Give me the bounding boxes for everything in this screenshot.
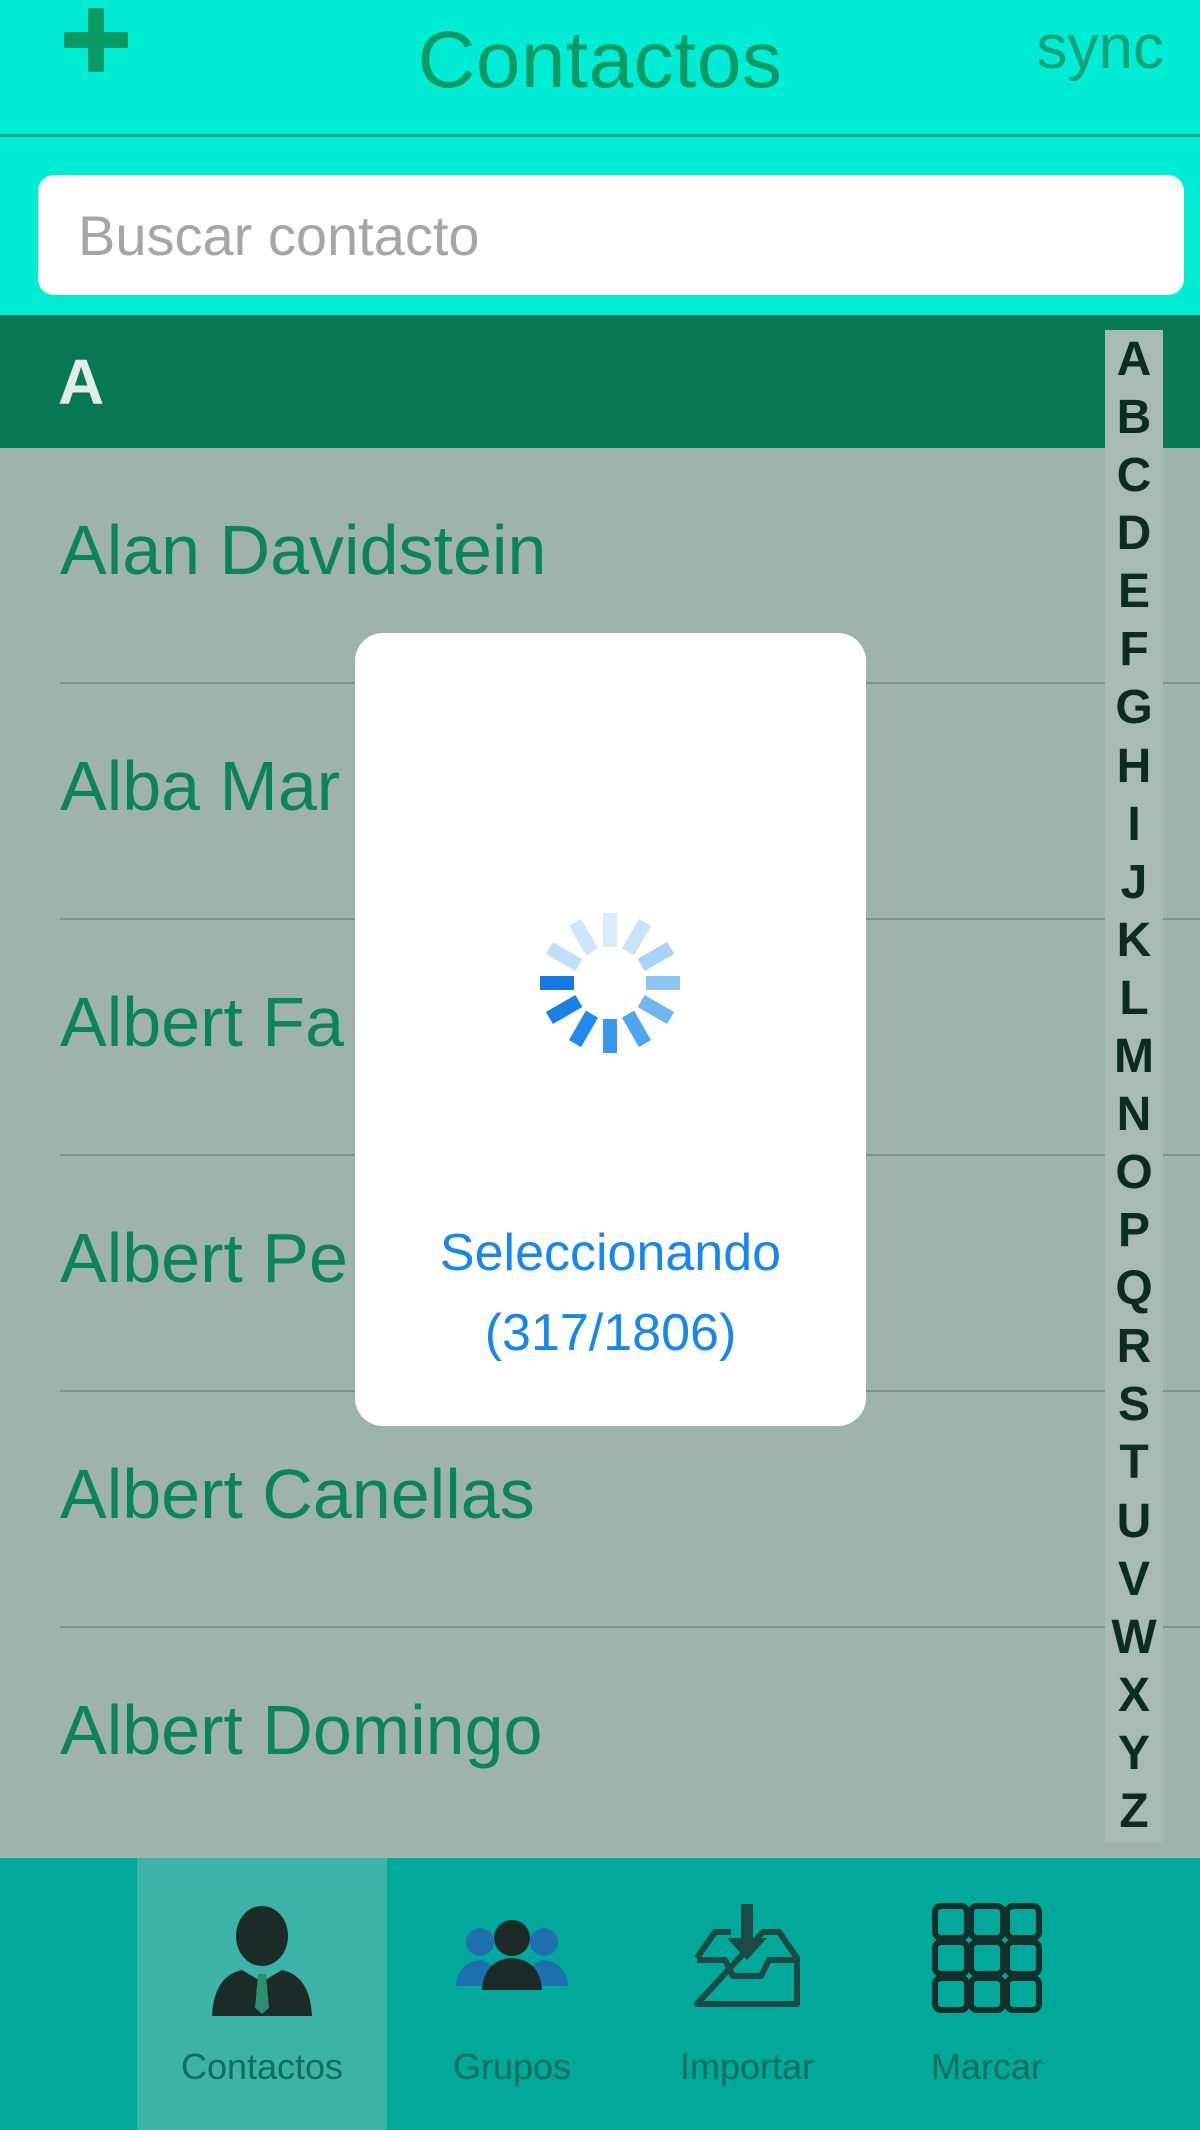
spinner-spoke xyxy=(540,976,574,990)
app-root: Contactos sync A Alan Davidstein Alba Ma… xyxy=(0,0,1200,2130)
sync-button[interactable]: sync xyxy=(1037,12,1164,83)
spinner-spoke xyxy=(603,1019,617,1053)
tab-bar: Contactos Grupos Importar Marcar xyxy=(0,1858,1200,2130)
keypad-cell xyxy=(1004,1975,1042,2013)
keypad-grid-icon xyxy=(932,1903,1042,2013)
index-letter[interactable]: U xyxy=(1117,1495,1152,1548)
index-letter[interactable]: X xyxy=(1118,1669,1150,1722)
index-letter[interactable]: R xyxy=(1117,1321,1152,1373)
loading-progress-text: (317/1806) xyxy=(484,1304,737,1362)
spinner-spoke xyxy=(568,1010,599,1048)
index-letter[interactable]: G xyxy=(1115,682,1152,734)
contact-name: Albert Fa xyxy=(60,983,344,1061)
spinner-spoke xyxy=(646,976,680,990)
spinner-spoke xyxy=(621,1010,652,1048)
spinner-spoke xyxy=(568,918,599,956)
alphabet-index[interactable]: ABCDEFGHIJKLMNOPQRSTUVWXYZ xyxy=(1105,330,1163,1842)
index-letter[interactable]: K xyxy=(1117,914,1152,967)
spinner-spoke xyxy=(621,918,652,956)
index-letter[interactable]: E xyxy=(1118,566,1150,618)
index-letter[interactable]: J xyxy=(1121,856,1148,909)
keypad-cell xyxy=(968,1939,1006,1977)
tab-contactos[interactable]: Contactos xyxy=(137,1858,387,2130)
index-letter[interactable]: L xyxy=(1119,972,1148,1025)
index-letter[interactable]: B xyxy=(1117,392,1152,444)
spinner-spoke xyxy=(637,941,675,972)
loading-dialog: Seleccionando (317/1806) xyxy=(355,633,866,1426)
keypad-cell xyxy=(968,1903,1006,1941)
group-icon xyxy=(456,1920,568,1990)
spinner-spoke xyxy=(545,994,583,1025)
index-letter[interactable]: T xyxy=(1119,1437,1148,1489)
index-letter[interactable]: M xyxy=(1114,1030,1154,1083)
keypad-cell xyxy=(932,1939,970,1977)
keypad-cell xyxy=(968,1975,1006,2013)
nav-header: Contactos sync xyxy=(0,0,1200,137)
index-letter[interactable]: O xyxy=(1115,1147,1152,1199)
section-letter: A xyxy=(58,346,105,418)
index-letter[interactable]: Z xyxy=(1119,1785,1148,1838)
index-letter[interactable]: I xyxy=(1127,798,1140,851)
tab-importar[interactable]: Importar xyxy=(622,1858,872,2130)
index-letter[interactable]: D xyxy=(1117,508,1152,560)
index-letter[interactable]: H xyxy=(1117,740,1152,793)
keypad-cell xyxy=(932,1975,970,2013)
index-letter[interactable]: P xyxy=(1118,1205,1150,1257)
index-letter[interactable]: V xyxy=(1118,1553,1150,1606)
search-input[interactable] xyxy=(38,175,1184,295)
spinner-spoke xyxy=(603,913,617,947)
index-letter[interactable]: Q xyxy=(1115,1263,1152,1315)
section-header: A xyxy=(0,315,1200,448)
page-title: Contactos xyxy=(417,15,783,104)
contact-name: Albert Canellas xyxy=(60,1455,535,1533)
contact-row[interactable]: Albert Canellas xyxy=(0,1392,1200,1628)
person-icon xyxy=(212,1906,312,2016)
search-bar xyxy=(0,137,1200,315)
index-letter[interactable]: Y xyxy=(1118,1727,1150,1780)
index-letter[interactable]: A xyxy=(1117,334,1152,386)
spinner-spoke xyxy=(545,941,583,972)
index-letter[interactable]: N xyxy=(1117,1089,1152,1141)
index-letter[interactable]: S xyxy=(1118,1379,1150,1431)
contact-name: Alan Davidstein xyxy=(60,511,547,589)
keypad-cell xyxy=(1004,1903,1042,1941)
index-letter[interactable]: F xyxy=(1119,624,1148,676)
index-letter[interactable]: W xyxy=(1111,1611,1156,1664)
tab-label: Importar xyxy=(679,2046,815,2087)
contact-row[interactable]: Albert Domingo xyxy=(0,1628,1200,1864)
tab-label: Grupos xyxy=(452,2046,572,2087)
spinner-spoke xyxy=(637,994,675,1025)
contact-name: Albert Pe xyxy=(60,1219,348,1297)
contact-name: Albert Domingo xyxy=(60,1691,543,1769)
inbox-download-icon xyxy=(694,1904,800,2007)
contact-name: Alba Mar xyxy=(60,747,341,825)
tab-marcar[interactable]: Marcar xyxy=(862,1858,1112,2130)
keypad-cell xyxy=(932,1903,970,1941)
index-letter[interactable]: C xyxy=(1117,450,1152,502)
loading-status-text: Seleccionando xyxy=(439,1224,782,1282)
tab-label: Contactos xyxy=(180,2046,344,2087)
tab-label: Marcar xyxy=(930,2046,1043,2087)
keypad-cell xyxy=(1004,1939,1042,1977)
tab-grupos[interactable]: Grupos xyxy=(387,1858,637,2130)
spinner-icon xyxy=(540,913,680,1053)
